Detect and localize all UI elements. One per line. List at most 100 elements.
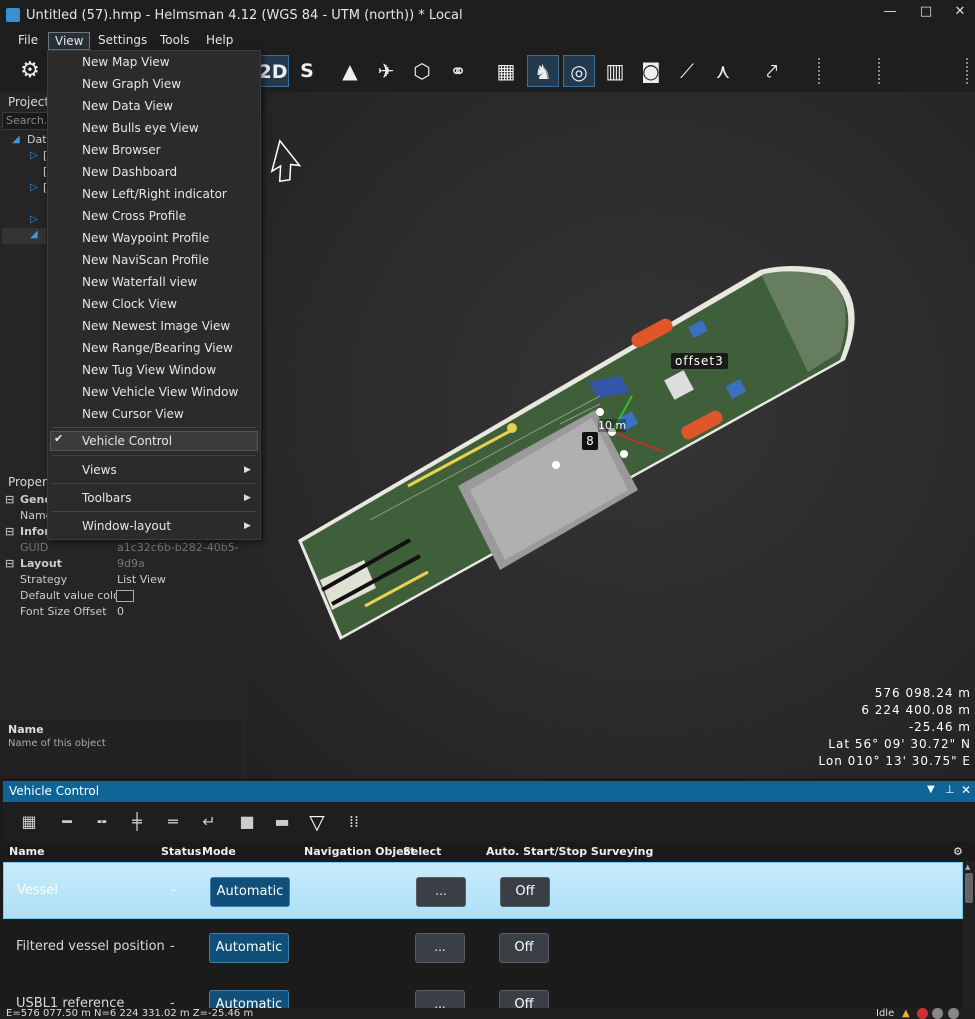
double-line-icon[interactable]: ═ (159, 810, 187, 834)
menu-view[interactable]: View (48, 32, 91, 50)
menu-help[interactable]: Help (200, 32, 239, 50)
layers-icon[interactable]: ⚭ (442, 55, 474, 87)
filter-icon[interactable]: ▽ (303, 810, 331, 834)
mode-button[interactable]: Automatic (209, 933, 289, 963)
ruler-icon[interactable]: ⟋ (671, 55, 703, 87)
expand-icon[interactable]: ▷ (30, 214, 38, 225)
expand-icon[interactable]: ▷ (30, 150, 38, 161)
menu-item-new-bulls-eye-view[interactable]: New Bulls eye View (82, 118, 199, 138)
route-icon[interactable]: ⤤ (756, 55, 788, 87)
menu-item-new-tug-view-window[interactable]: New Tug View Window (82, 360, 216, 380)
menu-item-new-waterfall-view[interactable]: New Waterfall view (82, 272, 197, 292)
column-navigation-object[interactable]: Navigation Object (304, 845, 415, 858)
toolbar-grip[interactable] (966, 58, 970, 84)
auto-survey-toggle[interactable]: Off (499, 933, 549, 963)
menu-item-window-layout[interactable]: Window-layout (82, 516, 171, 536)
close-button[interactable]: ✕ (948, 4, 972, 24)
view-2d-button[interactable]: 2D (257, 55, 289, 87)
column-mode[interactable]: Mode (202, 845, 236, 858)
return-line-icon[interactable]: ↵ (195, 810, 223, 834)
list-scrollbar[interactable]: ▲ (963, 861, 975, 1008)
select-button[interactable]: ... (416, 877, 466, 907)
map-icon[interactable]: ▥ (599, 55, 631, 87)
table-row[interactable]: Vessel - Automatic ... Off (3, 862, 963, 919)
expand-icon[interactable]: ▷ (30, 182, 38, 193)
column-status[interactable]: Status (161, 845, 201, 858)
info-icon[interactable] (948, 1008, 959, 1019)
property-row[interactable]: Default value colou (0, 588, 243, 604)
settings-gear-icon[interactable]: ⚙ (953, 845, 963, 858)
landing-icon[interactable]: ✈ (370, 55, 402, 87)
close-icon[interactable]: ✕ (961, 783, 971, 797)
toolbar-grip[interactable] (878, 58, 882, 84)
color-swatch[interactable] (116, 590, 134, 602)
table-row[interactable]: Filtered vessel position - Automatic ...… (3, 919, 963, 976)
globe-icon[interactable]: ◎ (563, 55, 595, 87)
auto-survey-toggle[interactable]: Off (499, 990, 549, 1008)
north-arrow-icon[interactable]: ▲ (334, 55, 366, 87)
mode-button[interactable]: Automatic (209, 990, 289, 1008)
menu-item-toolbars[interactable]: Toolbars (82, 488, 131, 508)
menu-tools[interactable]: Tools (154, 32, 196, 50)
menu-settings[interactable]: Settings (92, 32, 153, 50)
gear-icon[interactable]: ⚙ (14, 55, 46, 87)
table-icon[interactable]: ▦ (15, 810, 43, 834)
menu-item-new-newest-image-view[interactable]: New Newest Image View (82, 316, 230, 336)
property-row[interactable]: Font Size Offset 0 (0, 604, 243, 620)
vehicle-control-title: Vehicle Control (9, 784, 100, 798)
menu-item-new-cross-profile[interactable]: New Cross Profile (82, 206, 186, 226)
camera-icon[interactable]: ◙ (635, 55, 667, 87)
menu-separator (52, 483, 256, 484)
menu-item-new-range-bearing-view[interactable]: New Range/Bearing View (82, 338, 233, 358)
mode-button[interactable]: Automatic (210, 877, 290, 907)
cube-icon[interactable]: ⬡ (406, 55, 438, 87)
check-icon: ✔ (54, 432, 64, 445)
stop-icon[interactable]: ■ (233, 810, 261, 834)
menu-item-new-data-view[interactable]: New Data View (82, 96, 173, 116)
scrollbar-thumb[interactable] (965, 873, 973, 903)
property-section[interactable]: ⊟ Layout (0, 556, 243, 572)
menu-item-new-browser[interactable]: New Browser (82, 140, 161, 160)
column-select[interactable]: Select (403, 845, 441, 858)
map-viewport[interactable]: offset3 10 m 8 576 098.24 m 6 224 400.08… (246, 92, 975, 778)
vehicle-control-columns: Name Status Mode Navigation Object Selec… (3, 842, 975, 861)
property-row[interactable]: GUID a1c32c6b-b282-40b5-9d9a (0, 540, 243, 570)
pin-icon[interactable]: ⊥ (945, 783, 955, 796)
column-name[interactable]: Name (9, 845, 45, 858)
line-icon[interactable]: ━ (53, 810, 81, 834)
menu-item-new-graph-view[interactable]: New Graph View (82, 74, 181, 94)
column-auto-surveying[interactable]: Auto. Start/Stop Surveying (486, 845, 653, 858)
compass-icon[interactable]: ⋏ (707, 55, 739, 87)
select-button[interactable]: ... (415, 990, 465, 1008)
grid-icon[interactable]: ▦ (490, 55, 522, 87)
ruler-bar-icon[interactable]: ▬ (268, 810, 296, 834)
menu-item-new-waypoint-profile[interactable]: New Waypoint Profile (82, 228, 209, 248)
table-row[interactable]: USBL1 reference - Automatic ... Off (3, 976, 963, 1008)
toolbar-grip[interactable] (818, 58, 822, 84)
menu-item-new-vehicle-view-window[interactable]: New Vehicle View Window (82, 382, 238, 402)
dots-grid-icon[interactable]: ⁞⁞ (340, 810, 368, 834)
menu-item-new-map-view[interactable]: New Map View (82, 52, 170, 72)
tree-item-selected[interactable]: ◢ (2, 228, 46, 244)
menu-item-new-clock-view[interactable]: New Clock View (82, 294, 177, 314)
split-line-icon[interactable]: ╪ (123, 810, 151, 834)
menu-item-new-cursor-view[interactable]: New Cursor View (82, 404, 184, 424)
property-row[interactable]: Strategy List View (0, 572, 243, 588)
menu-item-vehicle-control[interactable]: Vehicle Control (82, 431, 172, 451)
auto-survey-toggle[interactable]: Off (500, 877, 550, 907)
continent-icon[interactable]: ♞ (527, 55, 559, 87)
help-icon[interactable] (932, 1008, 943, 1019)
dashed-line-icon[interactable]: ╍ (88, 810, 116, 834)
vessel-model (298, 266, 855, 640)
menu-item-views[interactable]: Views (82, 460, 117, 480)
chevron-down-icon[interactable]: ▼ (927, 784, 935, 795)
minimize-button[interactable]: — (878, 4, 902, 24)
maximize-button[interactable]: □ (914, 4, 938, 24)
menu-item-new-dashboard[interactable]: New Dashboard (82, 162, 177, 182)
view-s-button[interactable]: S (291, 55, 323, 87)
menu-item-new-left-right-indicator[interactable]: New Left/Right indicator (82, 184, 227, 204)
expand-icon[interactable]: ◢ (12, 134, 20, 145)
select-button[interactable]: ... (415, 933, 465, 963)
menu-item-new-naviscan-profile[interactable]: New NaviScan Profile (82, 250, 209, 270)
menu-file[interactable]: File (12, 32, 44, 50)
